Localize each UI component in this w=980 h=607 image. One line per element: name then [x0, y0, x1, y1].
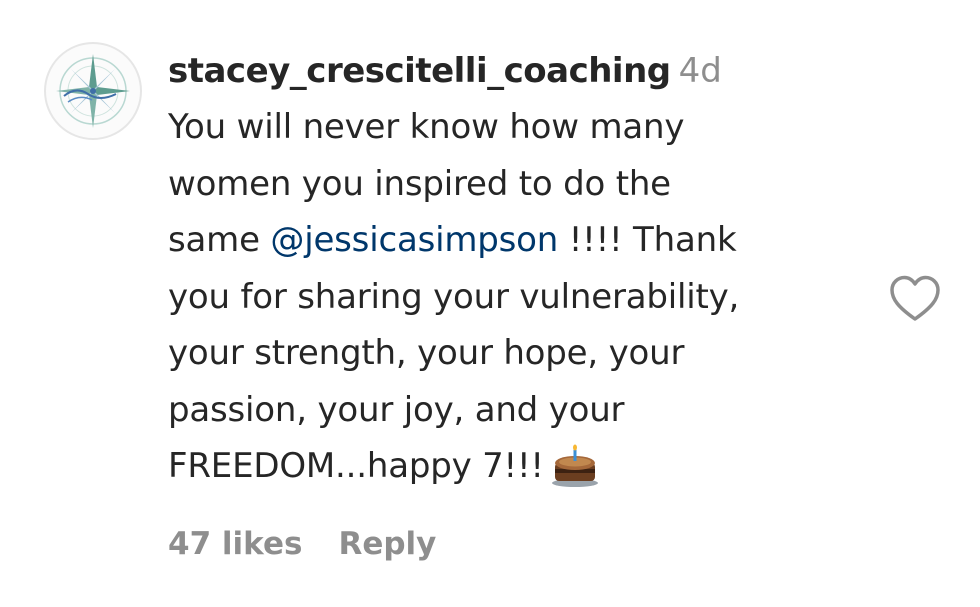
- comment-line: women you inspired to do the: [168, 163, 671, 204]
- reply-button[interactable]: Reply: [338, 526, 436, 562]
- timestamp[interactable]: 4d: [679, 51, 722, 91]
- comment-line: your strength, your hope, your: [168, 333, 685, 373]
- like-button[interactable]: [888, 274, 942, 324]
- comment-header: stacey_crescitelli_coaching 4d: [168, 46, 858, 96]
- likes-count[interactable]: 47 likes: [168, 526, 302, 562]
- comment-line: same @jessicasimpson !!!! Thank: [168, 220, 737, 260]
- comment-text: You will never know how many women you i…: [168, 99, 858, 505]
- heart-outline-icon: [890, 275, 940, 321]
- cake-emoji: [550, 443, 600, 505]
- comment-actions: 47 likes Reply: [168, 526, 436, 562]
- comment-line: You will never know how many: [168, 107, 685, 147]
- comment-line: FREEDOM...happy 7!!!: [168, 438, 858, 505]
- comment-line: you for sharing your vulnerability,: [168, 276, 740, 317]
- comment-line: passion, your joy, and your: [168, 389, 625, 430]
- compass-logo-icon: [56, 54, 130, 128]
- mention-link[interactable]: @jessicasimpson: [270, 220, 558, 260]
- avatar[interactable]: [44, 42, 142, 140]
- username-link[interactable]: stacey_crescitelli_coaching: [168, 51, 671, 91]
- comment-content: stacey_crescitelli_coaching 4d You will n…: [168, 46, 858, 505]
